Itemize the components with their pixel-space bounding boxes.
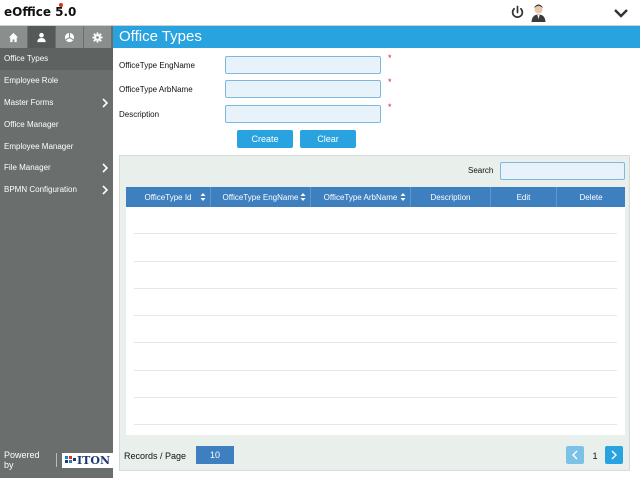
sidebar: Office Types Employee Role Master Forms …	[0, 26, 113, 478]
powered-by: Powered by ITON	[4, 450, 113, 470]
sidebar-item-label: Office Types	[4, 54, 49, 64]
iton-logo: ITON	[62, 452, 113, 468]
create-button[interactable]: Create	[237, 130, 293, 148]
form-row-eng-name: OfficeType EngName *	[119, 53, 392, 74]
table-row-empty	[134, 316, 617, 344]
arb-name-label: OfficeType ArbName	[119, 84, 193, 94]
user-icon	[37, 32, 46, 42]
sidebar-item-label: BPMN Configuration	[4, 185, 77, 195]
powered-by-label: Powered by	[4, 450, 40, 470]
column-label: OfficeType Id	[144, 192, 192, 202]
search-label: Search	[468, 166, 494, 175]
brand-accent-dot	[59, 3, 63, 7]
column-header-arb-name[interactable]: OfficeType ArbName	[311, 187, 411, 207]
gear-icon	[92, 31, 103, 43]
main-content: Office Types OfficeType EngName * Office…	[113, 26, 640, 478]
sidebar-item-label: Master Forms	[4, 97, 54, 107]
column-label: Description	[430, 192, 471, 202]
divider	[56, 453, 58, 467]
sidebar-item-bpmn-configuration[interactable]: BPMN Configuration	[0, 179, 113, 201]
sidebar-item-label: Employee Role	[4, 76, 59, 86]
grid-panel: Search OfficeType Id OfficeType EngName …	[119, 155, 630, 471]
column-label: OfficeType ArbName	[323, 192, 398, 202]
previous-page-button[interactable]	[566, 446, 584, 464]
sidebar-menu: Office Types Employee Role Master Forms …	[0, 48, 113, 201]
tab-cube[interactable]	[56, 26, 84, 48]
required-marker: *	[388, 102, 392, 112]
sidebar-item-employee-role[interactable]: Employee Role	[0, 70, 113, 92]
sort-icon	[400, 193, 406, 201]
table-row-empty	[134, 398, 617, 426]
required-marker: *	[388, 77, 392, 87]
page-title: Office Types	[113, 26, 640, 48]
sidebar-item-master-forms[interactable]: Master Forms	[0, 92, 113, 114]
user-avatar[interactable]	[530, 3, 547, 22]
table-body	[126, 207, 625, 435]
eng-name-label: OfficeType EngName	[119, 60, 195, 70]
app-title: eOffice 5.0	[4, 5, 77, 19]
chevron-right-icon	[611, 450, 617, 460]
clear-button[interactable]: Clear	[300, 130, 356, 148]
iton-logo-text: ITON	[77, 453, 110, 467]
sidebar-item-label: Employee Manager	[4, 141, 74, 151]
column-header-description[interactable]: Description	[411, 187, 491, 207]
description-label: Description	[119, 109, 160, 119]
current-page-number[interactable]: 1	[586, 451, 604, 461]
form-row-description: Description *	[119, 102, 392, 123]
chevron-right-icon	[102, 98, 108, 108]
column-header-eng-name[interactable]: OfficeType EngName	[211, 187, 311, 207]
required-marker: *	[388, 53, 392, 63]
records-per-page-label: Records / Page	[124, 451, 187, 461]
table-row-empty	[134, 289, 617, 317]
next-page-button[interactable]	[605, 446, 623, 464]
cube-icon	[64, 32, 75, 42]
sidebar-item-office-manager[interactable]: Office Manager	[0, 113, 113, 135]
tab-home[interactable]	[0, 26, 28, 48]
description-field[interactable]	[225, 105, 381, 123]
column-label: OfficeType EngName	[222, 192, 299, 202]
search-input[interactable]	[500, 162, 625, 180]
table-row-empty	[134, 234, 617, 262]
chevron-left-icon	[572, 450, 578, 460]
column-header-edit: Edit	[491, 187, 557, 207]
sort-icon	[200, 193, 206, 201]
sort-icon	[300, 193, 306, 201]
table-row-empty	[134, 343, 617, 371]
eng-name-field[interactable]	[225, 56, 381, 74]
table-row-empty	[134, 207, 617, 235]
power-icon[interactable]	[510, 5, 525, 20]
sidebar-tabs	[0, 26, 113, 48]
sidebar-item-employee-manager[interactable]: Employee Manager	[0, 135, 113, 157]
iton-mark-icon	[65, 456, 77, 463]
sidebar-item-office-types[interactable]: Office Types	[0, 48, 113, 70]
top-bar: eOffice 5.0	[0, 0, 640, 26]
column-header-delete: Delete	[557, 187, 625, 207]
sidebar-item-label: Office Manager	[4, 119, 59, 129]
column-header-id[interactable]: OfficeType Id	[126, 187, 211, 207]
chevron-down-icon[interactable]	[613, 7, 629, 19]
sidebar-item-file-manager[interactable]: File Manager	[0, 157, 113, 179]
table-row-empty	[134, 262, 617, 289]
column-label: Edit	[516, 192, 531, 202]
chevron-right-icon	[102, 163, 108, 173]
tab-user[interactable]	[28, 26, 56, 48]
table-header: OfficeType Id OfficeType EngName OfficeT…	[126, 187, 625, 207]
home-icon	[8, 32, 19, 42]
sidebar-item-label: File Manager	[4, 163, 51, 173]
records-per-page-select[interactable]: 10	[196, 446, 234, 464]
column-label: Delete	[579, 192, 603, 202]
chevron-right-icon	[102, 185, 108, 195]
arb-name-field[interactable]	[225, 80, 381, 98]
form-row-arb-name: OfficeType ArbName *	[119, 77, 392, 98]
table-row-empty	[134, 371, 617, 399]
tab-settings[interactable]	[84, 26, 112, 48]
